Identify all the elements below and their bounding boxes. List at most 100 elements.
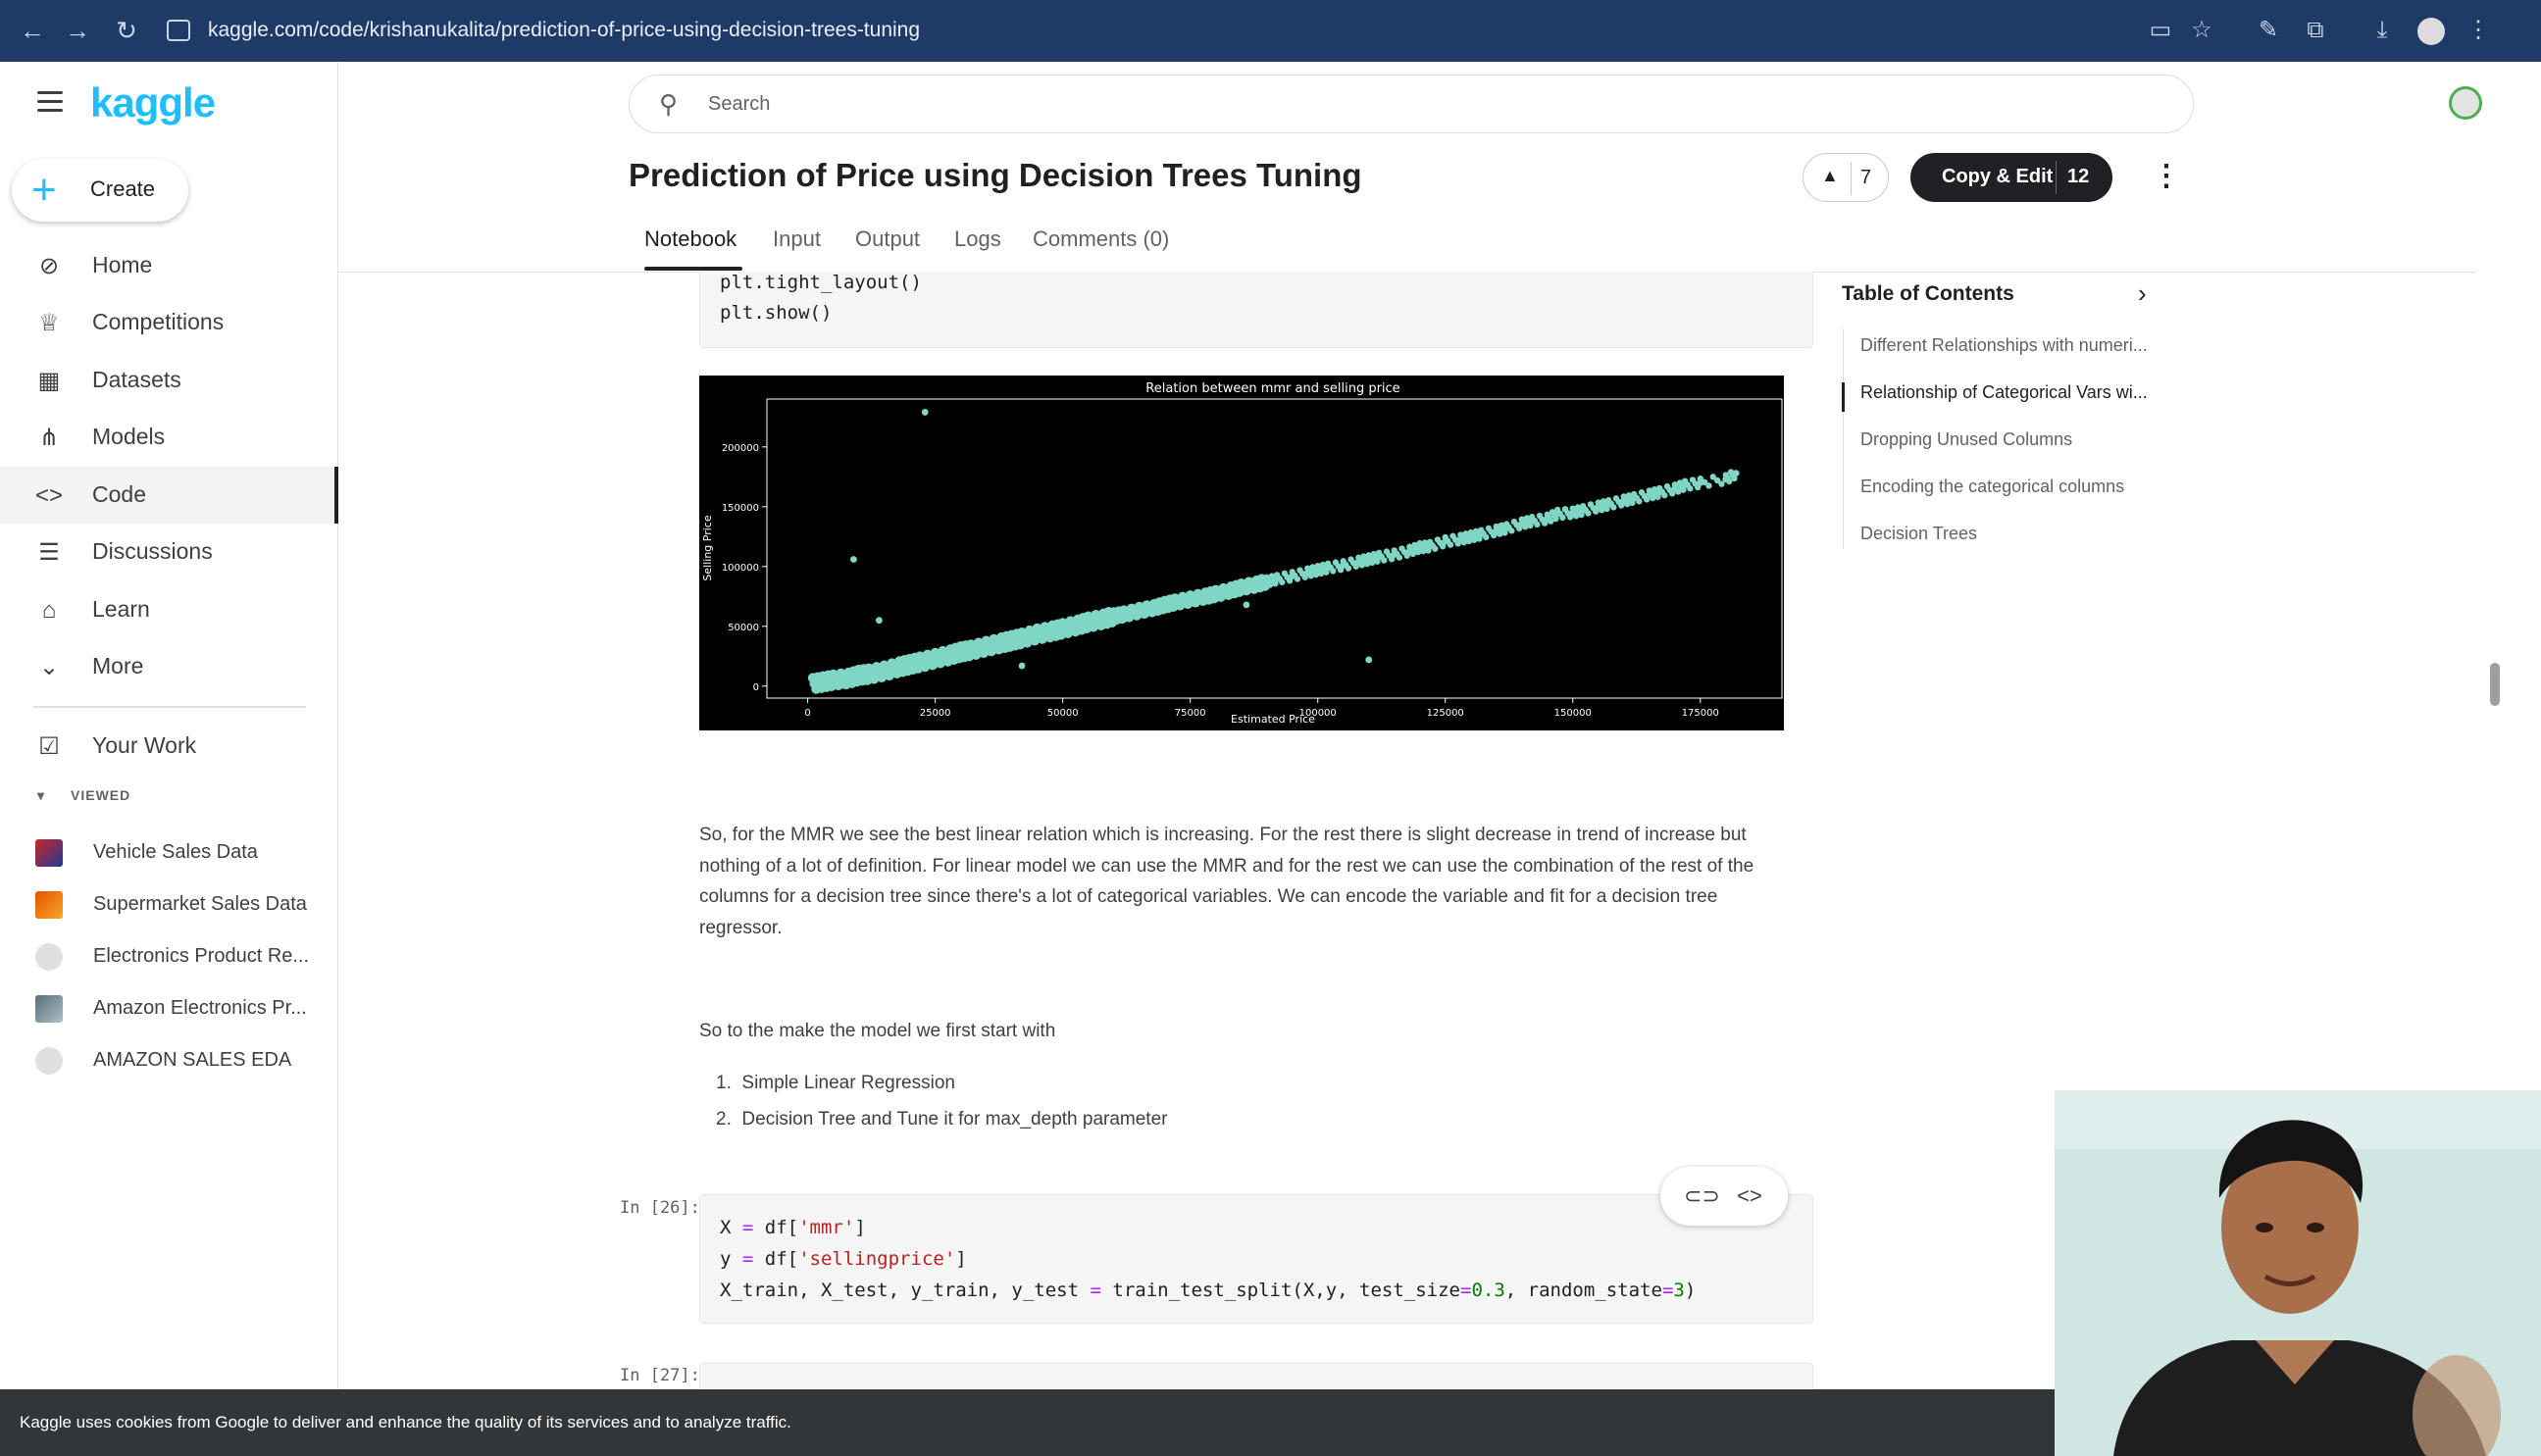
scatter-point (1303, 569, 1311, 577)
code-cell[interactable] (699, 1363, 1813, 1392)
create-button[interactable]: + Create (12, 159, 188, 222)
tab-logs[interactable]: Logs (954, 226, 1001, 252)
extensions-icon[interactable]: ⧉ (2299, 14, 2332, 47)
forward-icon[interactable]: → (61, 14, 94, 47)
sidebar-item-your-work[interactable]: ☑ Your Work (0, 718, 338, 775)
toc-item[interactable]: Different Relationships with numeri... (1860, 335, 2148, 356)
toc-item[interactable]: Decision Trees (1860, 524, 1977, 544)
kaggle-logo[interactable]: kaggle (90, 79, 216, 126)
sidebar-item-datasets[interactable]: ▦ Datasets (0, 352, 338, 409)
sidebar-item-competitions[interactable]: ♕ Competitions (0, 294, 338, 351)
scatter-point (1212, 590, 1220, 598)
code-line: X_train, X_test, y_train, y_test = train… (720, 1280, 1697, 1301)
create-label: Create (90, 176, 156, 201)
sidebar-item-more[interactable]: ⌄ More (0, 638, 338, 695)
toc-item[interactable]: Dropping Unused Columns (1860, 429, 2072, 450)
tab-notebook[interactable]: Notebook (644, 226, 737, 252)
notebook-thumbnail (35, 943, 63, 971)
compass-icon: ⊘ (38, 253, 60, 279)
recent-item-label: Supermarket Sales Data (93, 893, 307, 915)
sidebar-item-label: Datasets (92, 367, 181, 392)
scatter-point (1604, 500, 1612, 508)
scatter-point (1201, 592, 1209, 600)
scatter-point (1681, 481, 1689, 489)
cookie-text: Kaggle uses cookies from Google to deliv… (20, 1413, 791, 1431)
bookmark-star-icon[interactable]: ☆ (2185, 14, 2218, 47)
scatter-point (1110, 613, 1118, 620)
scatter-point (1722, 476, 1730, 483)
scatter-point (1553, 510, 1561, 518)
scatter-point (1120, 611, 1128, 618)
x-tick-label: 150000 (1554, 708, 1592, 719)
sidebar-item-label: More (92, 653, 144, 678)
sidebar-item-discussions[interactable]: ☰ Discussions (0, 524, 338, 580)
recent-item[interactable]: Amazon Electronics Pr... (0, 987, 338, 1030)
y-axis: 0 50000 100000 150000 200000 (722, 443, 767, 693)
site-settings-icon[interactable] (167, 20, 190, 41)
scatter-point (1671, 485, 1679, 492)
sidebar-item-label: Code (92, 481, 146, 507)
recent-item[interactable]: Vehicle Sales Data (0, 831, 338, 875)
trophy-icon: ♕ (38, 310, 60, 336)
toc-item[interactable]: Encoding the categorical columns (1860, 477, 2124, 497)
tab-input[interactable]: Input (773, 226, 821, 252)
user-avatar[interactable] (2449, 86, 2482, 120)
recent-item[interactable]: Supermarket Sales Data (0, 883, 338, 927)
scatter-point (1289, 573, 1296, 579)
recent-item-label: AMAZON SALES EDA (93, 1049, 292, 1071)
dataset-thumbnail (35, 891, 63, 919)
search-bar[interactable]: ⚲ Search (629, 75, 2194, 133)
cast-icon[interactable]: ▭ (2144, 14, 2177, 47)
viewed-section-header[interactable]: ▾ VIEWED (37, 787, 130, 804)
school-icon: ⌂ (41, 597, 57, 624)
y-axis-label: Selling Price (701, 515, 714, 580)
scatter-point (1477, 530, 1485, 538)
back-icon[interactable]: ← (16, 14, 49, 47)
pen-icon[interactable]: ✎ (2252, 14, 2285, 47)
outlier-point (850, 556, 857, 563)
scatter-point (865, 671, 873, 678)
code-cell[interactable]: X = df['mmr'] y = df['sellingprice'] X_t… (699, 1194, 1813, 1324)
code-toggle-icon[interactable]: <> (1735, 1182, 1764, 1210)
scatter-point (809, 679, 817, 687)
recent-item[interactable]: Electronics Product Re... (0, 935, 338, 979)
more-options-icon[interactable]: ⋮ (2152, 157, 2181, 196)
sidebar-item-label: Your Work (92, 732, 197, 758)
address-bar[interactable]: kaggle.com/code/krishanukalita/predictio… (208, 16, 920, 45)
y-tick-label: 0 (753, 682, 759, 693)
chart-title: Relation between mmr and selling price (1145, 381, 1399, 396)
sidebar-item-code[interactable]: <> Code (0, 467, 338, 524)
x-tick-label: 25000 (920, 708, 951, 719)
hamburger-menu-icon[interactable] (37, 91, 63, 113)
sidebar-item-home[interactable]: ⊘ Home (0, 237, 338, 294)
sidebar-item-learn[interactable]: ⌂ Learn (0, 581, 338, 638)
discussion-icon: ☰ (38, 539, 60, 566)
scrollbar-thumb[interactable] (2490, 663, 2500, 706)
tab-comments[interactable]: Comments (0) (1033, 226, 1169, 252)
tab-output[interactable]: Output (855, 226, 920, 252)
chevron-right-icon[interactable]: › (2138, 278, 2147, 309)
reload-icon[interactable]: ↻ (110, 14, 143, 47)
code-cell[interactable]: plt.tight_layout() plt.show() (699, 272, 1813, 348)
toc-item[interactable]: Relationship of Categorical Vars wi... (1860, 382, 2148, 403)
browser-toolbar: ← → ↻ kaggle.com/code/krishanukalita/pre… (0, 0, 2541, 62)
scatter-point (1697, 479, 1704, 486)
recent-item[interactable]: AMAZON SALES EDA (0, 1039, 338, 1082)
browser-menu-icon[interactable]: ⋮ (2462, 14, 2495, 47)
sidebar-item-label: Home (92, 252, 153, 277)
sidebar-item-models[interactable]: ⋔ Models (0, 409, 338, 466)
y-tick-label: 100000 (722, 563, 759, 574)
toc-rail (1843, 328, 1844, 549)
copy-edit-button[interactable]: Copy & Edit 12 (1910, 153, 2112, 202)
upvote-button[interactable]: ▲ 7 (1803, 153, 1889, 202)
scatter-point (1314, 567, 1322, 574)
list-item-text: Simple Linear Regression (741, 1073, 955, 1093)
outlier-point (1243, 601, 1250, 609)
download-icon[interactable]: ⤓ (2365, 14, 2399, 47)
scatter-point (830, 677, 838, 684)
scatter-point (967, 646, 975, 654)
outlier-point (1018, 662, 1026, 670)
link-icon[interactable]: ⊂⊃ (1684, 1182, 1720, 1210)
profile-avatar[interactable] (2417, 18, 2445, 45)
cell-prompt: In [27]: (620, 1366, 700, 1385)
